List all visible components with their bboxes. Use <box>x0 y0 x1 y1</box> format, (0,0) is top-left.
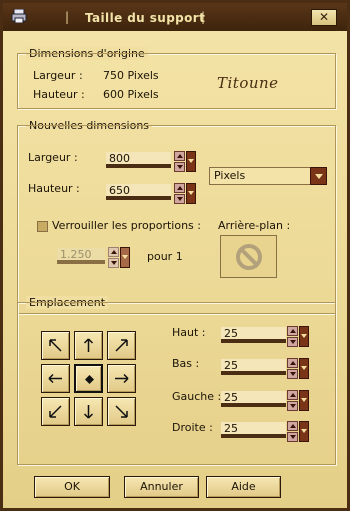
unit-select[interactable]: Pixels <box>209 167 327 185</box>
arrow-down-right-icon <box>115 405 128 418</box>
margin-top-input[interactable]: 25 <box>221 327 286 343</box>
anchor-bottom-right-button[interactable] <box>107 397 136 426</box>
decrement-arrow-icon[interactable] <box>287 337 298 347</box>
new-width-input[interactable]: 800 <box>106 152 171 168</box>
lock-proportions-checkbox[interactable] <box>37 221 48 232</box>
titoune-signature: Titoune <box>217 74 279 92</box>
arrow-down-left-icon <box>49 405 62 418</box>
title-separator-left: | <box>65 10 70 24</box>
original-height-label: Hauteur : <box>33 88 85 101</box>
new-height-input[interactable]: 650 <box>106 184 171 200</box>
arrow-down-icon <box>83 405 94 419</box>
original-height-value: 600 Pixels <box>103 88 159 101</box>
new-dimensions-legend: Nouvelles dimensions <box>26 119 153 132</box>
close-button[interactable]: ✕ <box>311 9 337 26</box>
increment-arrow-icon[interactable] <box>287 326 298 336</box>
decrement-arrow-icon[interactable] <box>287 369 298 379</box>
ok-button[interactable]: OK <box>34 476 110 498</box>
decrement-arrow-icon[interactable] <box>174 162 185 172</box>
canvas-size-dialog: | Taille du support | ✕ Dimensions d'ori… <box>0 0 350 511</box>
placement-legend: Emplacement <box>26 296 109 309</box>
ratio-input[interactable]: 1.250 <box>57 248 105 264</box>
margin-right-label: Droite : <box>172 421 213 434</box>
margin-top-label: Haut : <box>172 326 206 339</box>
new-height-label: Hauteur : <box>28 182 80 195</box>
anchor-top-left-button[interactable] <box>41 331 70 360</box>
anchor-top-right-button[interactable] <box>107 331 136 360</box>
dropdown-arrow-icon[interactable] <box>299 390 309 411</box>
close-icon: ✕ <box>318 10 330 24</box>
original-width-value: 750 Pixels <box>103 69 159 82</box>
unit-select-value: Pixels <box>214 169 246 182</box>
background-color-swatch[interactable] <box>220 235 277 278</box>
dropdown-arrow-icon[interactable] <box>299 421 309 442</box>
margin-left-input[interactable]: 25 <box>221 391 286 407</box>
arrow-up-right-icon <box>115 339 128 352</box>
dropdown-arrow-icon[interactable] <box>299 358 309 379</box>
dropdown-arrow-icon[interactable] <box>299 326 309 347</box>
original-dimensions-group: Dimensions d'origine Largeur : 750 Pixel… <box>17 47 337 110</box>
new-height-spinner[interactable] <box>174 183 196 205</box>
margin-right-spinner[interactable] <box>287 421 309 443</box>
placement-group: Emplacement Haut: 25 Bas: 25 Gauche: … <box>17 296 337 466</box>
dropdown-arrow-icon[interactable] <box>186 151 196 172</box>
chevron-down-icon[interactable] <box>310 167 327 185</box>
increment-arrow-icon[interactable] <box>287 358 298 368</box>
margin-left-spinner[interactable] <box>287 390 309 412</box>
arrow-up-icon <box>83 338 94 352</box>
title-separator-right: | <box>201 10 206 24</box>
anchor-bottom-left-button[interactable] <box>41 397 70 426</box>
margin-right-input[interactable]: 25 <box>221 422 286 438</box>
anchor-top-button[interactable] <box>74 331 103 360</box>
arrow-left-icon <box>48 373 62 384</box>
margin-bottom-label: Bas : <box>172 357 200 370</box>
center-dot-icon <box>85 375 94 384</box>
ratio-spinner[interactable] <box>108 247 130 269</box>
margin-top-spinner[interactable] <box>287 326 309 348</box>
margin-bottom-spinner[interactable] <box>287 358 309 380</box>
increment-arrow-icon[interactable] <box>174 183 185 193</box>
title-bar[interactable]: | Taille du support | ✕ <box>3 3 347 31</box>
anchor-bottom-button[interactable] <box>74 397 103 426</box>
anchor-center-button[interactable] <box>74 364 103 393</box>
anchor-right-button[interactable] <box>107 364 136 393</box>
margin-bottom-input[interactable]: 25 <box>221 359 286 375</box>
dropdown-arrow-icon[interactable] <box>186 183 196 204</box>
increment-arrow-icon[interactable] <box>287 390 298 400</box>
help-button[interactable]: Aide <box>206 476 281 498</box>
increment-arrow-icon[interactable] <box>287 421 298 431</box>
original-width-label: Largeur : <box>33 69 83 82</box>
anchor-left-button[interactable] <box>41 364 70 393</box>
printer-icon[interactable] <box>11 9 27 23</box>
dialog-body: Dimensions d'origine Largeur : 750 Pixel… <box>3 31 347 508</box>
increment-arrow-icon[interactable] <box>108 247 119 257</box>
lock-proportions-label[interactable]: Verrouiller les proportions : <box>52 219 201 232</box>
new-width-label: Largeur : <box>28 151 78 164</box>
arrow-up-left-icon <box>49 339 62 352</box>
decrement-arrow-icon[interactable] <box>174 194 185 204</box>
no-entry-icon <box>236 244 262 270</box>
increment-arrow-icon[interactable] <box>174 151 185 161</box>
new-width-spinner[interactable] <box>174 151 196 173</box>
original-dimensions-legend: Dimensions d'origine <box>26 47 148 60</box>
new-dimensions-group: Nouvelles dimensions Largeur : 800 Haute… <box>17 119 337 315</box>
cancel-button[interactable]: Annuler <box>124 476 199 498</box>
dropdown-arrow-icon[interactable] <box>120 247 130 268</box>
background-label: Arrière-plan : <box>218 219 291 232</box>
margin-left-label: Gauche : <box>172 390 222 403</box>
decrement-arrow-icon[interactable] <box>108 258 119 268</box>
arrow-right-icon <box>115 373 129 384</box>
decrement-arrow-icon[interactable] <box>287 401 298 411</box>
decrement-arrow-icon[interactable] <box>287 432 298 442</box>
window-title: Taille du support <box>85 11 206 25</box>
ratio-suffix: pour 1 <box>147 250 183 263</box>
